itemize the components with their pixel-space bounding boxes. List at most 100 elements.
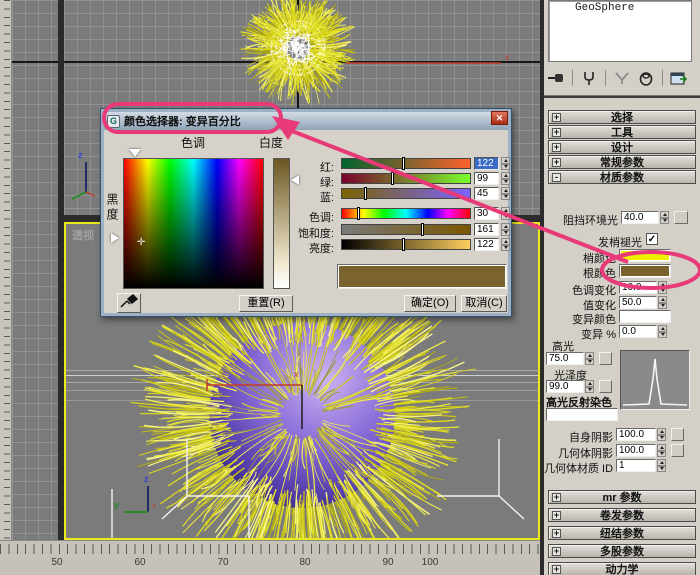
hue-marker[interactable] [129,149,141,157]
track-bar[interactable]: 50 60 70 80 90 100 [0,540,544,575]
left-viewport[interactable] [12,0,58,540]
slider-handle[interactable] [402,157,405,170]
specular-spinner[interactable] [585,352,594,365]
slider-handle[interactable] [364,187,367,200]
hue-variation-field[interactable]: 10.0 [619,281,657,294]
dialog-titlebar[interactable]: G 颜色选择器: 变异百分比 [104,112,508,130]
gloss-spinner[interactable] [585,380,594,393]
app-logo-icon: G [107,114,120,128]
slider-handle[interactable] [421,223,424,236]
slider-handle[interactable] [391,172,394,185]
rollout-bottom-0[interactable]: + mr 参数 [548,490,696,504]
ok-button[interactable]: 确定(O) [404,295,456,312]
cancel-button[interactable]: 取消(C) [461,295,507,312]
slider-spinner-3[interactable] [501,207,510,220]
whiteness-label: 白度 [259,136,284,150]
geom-id-field[interactable]: 1 [616,459,656,472]
slider-track-3[interactable] [341,207,471,220]
hue-saturation-palette[interactable]: ✛ [123,158,264,289]
slider-value-field-4[interactable]: 161 [474,223,499,236]
reset-button[interactable]: 重置(R) [239,295,293,312]
occlusion-map-button[interactable] [674,211,688,224]
rollout-expand-icon[interactable]: + [552,113,561,122]
slider-track-0[interactable] [341,157,471,170]
rollout-expand-icon[interactable]: + [552,547,561,556]
self-shadow-field[interactable]: 100.0 [616,428,656,441]
hue-variation-label: 色调变化 [572,285,616,297]
tip-fade-checkbox[interactable]: ✓ [646,233,658,245]
self-shadow-spinner[interactable] [657,428,666,441]
self-shadow-map-button[interactable] [671,428,684,441]
eyedropper-button[interactable] [117,293,141,313]
rollout-expand-icon[interactable]: - [552,173,561,182]
mutant-pct-spinner[interactable] [658,325,667,338]
value-variation-spinner[interactable] [658,296,667,309]
slider-value-field-3[interactable]: 30 [474,207,499,220]
slider-spinner-0[interactable] [501,157,510,170]
slider-label-1: 绿: [319,177,334,189]
value-variation-field[interactable]: 50.0 [619,296,657,309]
close-button[interactable]: ✕ [491,111,508,125]
geom-id-spinner[interactable] [657,459,666,472]
root-color-swatch[interactable] [619,264,671,278]
rollout-expand-icon[interactable]: + [552,565,561,574]
specular-field[interactable]: 75.0 [546,352,584,365]
rollout-expand-icon[interactable]: + [552,493,561,502]
slider-track-4[interactable] [341,223,471,236]
gloss-map-button[interactable] [599,380,612,393]
geom-shadow-field[interactable]: 100.0 [616,444,656,457]
svg-text:y: y [114,500,119,510]
rollout-top-2[interactable]: + 设计 [548,140,696,154]
occlusion-field[interactable]: 40.0 [621,211,659,224]
tip-color-swatch[interactable] [619,249,671,262]
slider-value-field-2[interactable]: 45 [474,187,499,200]
slider-handle[interactable] [402,238,405,251]
rollout-top-0[interactable]: + 选择 [548,110,696,124]
rollout-expand-icon[interactable]: + [552,143,561,152]
slider-track-2[interactable] [341,187,471,200]
rollout-top-4[interactable]: - 材质参数 [548,170,696,184]
slider-handle[interactable] [357,207,360,220]
rollout-expand-icon[interactable]: + [552,158,561,167]
geom-shadow-spinner[interactable] [657,444,666,457]
slider-label-2: 蓝: [319,192,334,204]
rollout-expand-icon[interactable]: + [552,529,561,538]
modifier-stack-item[interactable]: GeoSphere [575,2,691,14]
geom-shadow-map-button[interactable] [671,444,684,457]
slider-value-field-0[interactable]: 122 [474,157,499,170]
occlusion-spinner[interactable] [660,211,669,224]
rollout-expand-icon[interactable]: + [552,128,561,137]
slider-spinner-4[interactable] [501,223,510,236]
rollout-bottom-4[interactable]: + 动力学 [548,562,696,575]
mutant-color-swatch[interactable] [619,310,671,323]
svg-text:x: x [293,369,299,379]
gloss-field[interactable]: 99.0 [546,380,584,393]
rollout-bottom-2[interactable]: + 纽结参数 [548,526,696,540]
spec-tint-swatch[interactable] [546,408,618,421]
specular-map-button[interactable] [599,352,612,365]
rollout-expand-icon[interactable]: + [552,511,561,520]
command-panel: GeoSphere + 选择 + 工具 + 设计 + 常规参数 - 材质参数 阻挡环境光 40.0… [544,0,700,575]
make-unique-icon[interactable] [612,70,632,87]
slider-spinner-1[interactable] [501,172,510,185]
slider-track-5[interactable] [341,238,471,251]
rollout-top-3[interactable]: + 常规参数 [548,155,696,169]
slider-spinner-2[interactable] [501,187,510,200]
slider-value-field-5[interactable]: 122 [474,238,499,251]
blackness-marker[interactable] [111,233,119,243]
viewport-label-perspective[interactable]: 透视 [72,227,94,243]
modifier-stack-list[interactable]: GeoSphere [548,0,692,62]
rollout-label: 动力学 [605,564,639,575]
show-end-result-icon[interactable] [579,70,599,87]
slider-track-1[interactable] [341,172,471,185]
hue-variation-spinner[interactable] [658,281,667,294]
configure-modifier-sets-icon[interactable] [669,70,689,87]
slider-spinner-5[interactable] [501,238,510,251]
pin-stack-icon[interactable] [546,70,566,87]
rollout-bottom-3[interactable]: + 多股参数 [548,544,696,558]
rollout-top-1[interactable]: + 工具 [548,125,696,139]
rollout-bottom-1[interactable]: + 卷发参数 [548,508,696,522]
remove-modifier-icon[interactable] [636,70,656,87]
slider-value-field-1[interactable]: 99 [474,172,499,185]
mutant-pct-field[interactable]: 0.0 [619,325,657,338]
